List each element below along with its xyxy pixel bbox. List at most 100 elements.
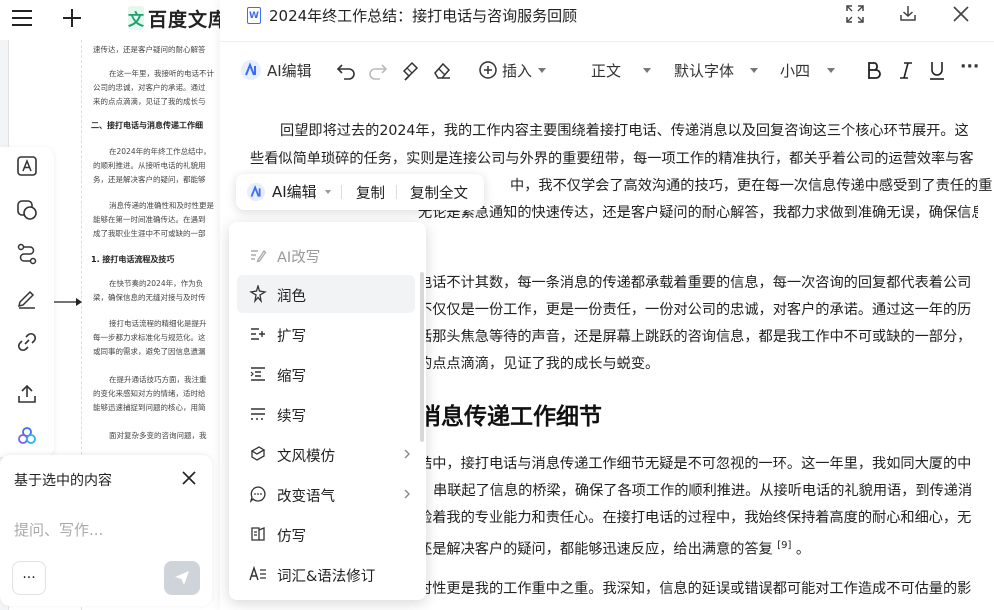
pen-icon[interactable] [14, 285, 40, 311]
paragraph-fragment: 无论是紧急通知的快速传达，还是客户疑问的耐心解答，我都力求做到准确无误，确保信息… [418, 200, 978, 228]
insert-plus-icon[interactable] [477, 59, 499, 81]
thumbnail-text-line: 的变化来感知对方的情绪，适时给 [93, 388, 220, 399]
download-icon[interactable] [898, 3, 918, 23]
copy-all-button[interactable]: 复制全文 [410, 182, 468, 203]
chevron-down-icon [538, 68, 546, 73]
paragraph-text: 。 [796, 542, 810, 558]
thumbnail-text-line: 在提升通话技巧方面，我注重 [109, 374, 220, 385]
expand-icon [249, 325, 267, 343]
arrow-right-icon [52, 295, 82, 309]
paragraph-fragment: 中，我不仅学会了高效沟通的技巧，更在每一次信息传递中感受到了责任的重 [510, 173, 980, 201]
ai-edit-button[interactable]: AI编辑 [267, 60, 312, 81]
plus-icon[interactable] [60, 6, 84, 30]
paragraph-fragment: 不仅仅是一份工作，更是一份责任，一份对公司的忠诚，对客户的承诺。通过这一年的历 [418, 297, 978, 325]
chevron-right-icon [402, 488, 412, 500]
paragraph-text: 还是解决客户的疑问，都能够迅速反应，给出满意的答复 [418, 542, 773, 558]
menu-item-polish[interactable]: 润色 [237, 275, 415, 313]
insert-menu[interactable]: 插入 [502, 60, 532, 81]
app-logo[interactable]: 文 百度文库 [128, 2, 228, 34]
paragraph-fragment: 电话不计其数，每一条消息的传递都承载着重要的信息，每一次咨询的回复都代表着公司 [418, 270, 978, 298]
tone-icon [249, 485, 267, 503]
chevron-down-icon [643, 68, 651, 73]
connector-icon[interactable] [14, 241, 40, 267]
selection-float-toolbar: AI编辑 复制 复制全文 [236, 174, 484, 210]
more-options-button[interactable]: ··· [12, 561, 46, 595]
link-icon[interactable] [14, 329, 40, 355]
chevron-down-icon [325, 190, 331, 194]
thumbnail-text-line: 消息传递的准确性和及时性更是 [109, 200, 220, 211]
editor-title-bar: W 2024年终工作总结：接打电话与咨询服务回顾 [220, 0, 994, 42]
fullscreen-icon[interactable] [845, 4, 865, 24]
thumbnail-text-line: 或同事的需求，避免了因信息遗漏 [93, 346, 220, 357]
ai-assistant-icon[interactable] [14, 423, 40, 449]
thumbnail-text-line: 在2024年的年终工作总结中， [109, 146, 220, 157]
thumbnail-text-line: 公司的忠诚，对客户的承诺。通过 [93, 82, 220, 93]
paragraph-style-select[interactable]: 正文 [591, 60, 621, 81]
text-box-icon[interactable] [14, 153, 40, 179]
shorten-icon [249, 365, 267, 383]
thumbnail-text-line: 在这一年里，我接听的电话不计 [109, 68, 220, 79]
menu-item-continue[interactable]: 续写 [237, 395, 415, 433]
thumbnail-text-line: 务，还是解决客户的疑问，都能够 [93, 174, 220, 185]
copy-button[interactable]: 复制 [356, 182, 385, 203]
more-formatting-button[interactable]: ··· [960, 57, 979, 77]
italic-icon[interactable] [895, 59, 917, 81]
chat-panel-title: 基于选中的内容 [14, 470, 112, 490]
menu-item-change-tone[interactable]: 改变语气 [237, 475, 415, 513]
menu-item-label: 扩写 [277, 325, 306, 346]
font-size-select[interactable]: 小四 [780, 60, 810, 81]
menu-scrollbar[interactable] [420, 272, 424, 442]
shapes-icon[interactable] [14, 197, 40, 223]
paragraph-fragment: 还是解决客户的疑问，都能够迅速反应，给出满意的答复 [9] 。 [418, 532, 978, 564]
eraser-icon[interactable] [431, 59, 453, 81]
hamburger-menu-icon[interactable] [10, 8, 34, 28]
document-title: 2024年终工作总结：接打电话与咨询服务回顾 [269, 5, 577, 26]
upload-icon[interactable] [14, 381, 40, 407]
float-ai-edit-button[interactable]: AI编辑 [246, 181, 331, 202]
undo-icon[interactable] [335, 59, 357, 81]
grammar-icon [249, 565, 267, 583]
menu-item-shorten[interactable]: 缩写 [237, 355, 415, 393]
section-heading: 消息传递工作细节 [418, 397, 602, 431]
send-icon [173, 569, 191, 587]
underline-icon[interactable] [926, 59, 948, 81]
divider [396, 185, 397, 199]
menu-item-imitate[interactable]: 仿写 [237, 515, 415, 553]
thumbnail-text-line: 来的点点滴滴，见证了我的成长与 [93, 96, 220, 107]
send-button[interactable] [164, 561, 200, 595]
float-ai-edit-label: AI编辑 [272, 181, 317, 202]
thumbnail-text-line: 成了我职业生涯中不可或缺的一部 [93, 228, 220, 239]
ai-edit-logo-icon [240, 59, 262, 81]
close-icon[interactable] [181, 470, 197, 486]
chat-input[interactable]: 提问、写作... [14, 519, 103, 540]
menu-item-label: 仿写 [277, 525, 306, 546]
redo-icon[interactable] [367, 59, 389, 81]
thumbnail-text-line: 每一步都力求标准化与规范化。这 [93, 332, 220, 343]
divider [341, 185, 342, 199]
font-family-select[interactable]: 默认字体 [674, 60, 734, 81]
format-painter-icon[interactable] [399, 59, 421, 81]
thumbnail-text-line: 能够在第一时间准确传达。在遇到 [93, 214, 220, 225]
thumbnail-text-line: 二、接打电话与消息传递工作细 [91, 120, 220, 131]
close-window-icon[interactable] [951, 4, 971, 24]
menu-item-label: 续写 [277, 405, 306, 426]
style-imitate-icon [249, 445, 267, 463]
thumbnail-text-line: 接打电话流程的精细化是提升 [109, 318, 220, 329]
paragraph-fragment: 话那头焦急等待的声音，还是屏幕上跳跃的咨询信息，都是我工作中不可或缺的一部分， [418, 324, 978, 352]
menu-item-grammar[interactable]: 词汇&语法修订 [237, 555, 415, 593]
menu-item-expand[interactable]: 扩写 [237, 315, 415, 353]
citation[interactable]: [9] [777, 540, 791, 551]
paragraph-fragment: 结中，接打电话与消息传递工作细节无疑是不可忽视的一环。这一年里，我如同大厦的中 [418, 451, 978, 479]
menu-item-style-imitate[interactable]: 文风模仿 [237, 435, 415, 473]
paragraph-fragment: 时性更是我的工作重中之重。我深知，信息的延误或错误都可能对工作造成不可估量的影 [418, 576, 978, 604]
ai-rewrite-icon [249, 246, 267, 264]
formatting-toolbar: AI编辑 插入 正文 默认字体 小四 ··· [220, 46, 994, 94]
menu-item-label: 改变语气 [277, 485, 335, 506]
menu-item-label: 缩写 [277, 365, 306, 386]
menu-section-ai-rewrite: AI改写 [237, 236, 415, 274]
chevron-right-icon [402, 448, 412, 460]
chat-panel: 基于选中的内容 提问、写作... ··· [0, 455, 212, 606]
bold-icon[interactable] [863, 59, 885, 81]
thumbnail-text-line: 能够迅速捕捉到问题的核心，用简 [93, 402, 220, 413]
ai-edit-logo-icon [246, 182, 266, 202]
